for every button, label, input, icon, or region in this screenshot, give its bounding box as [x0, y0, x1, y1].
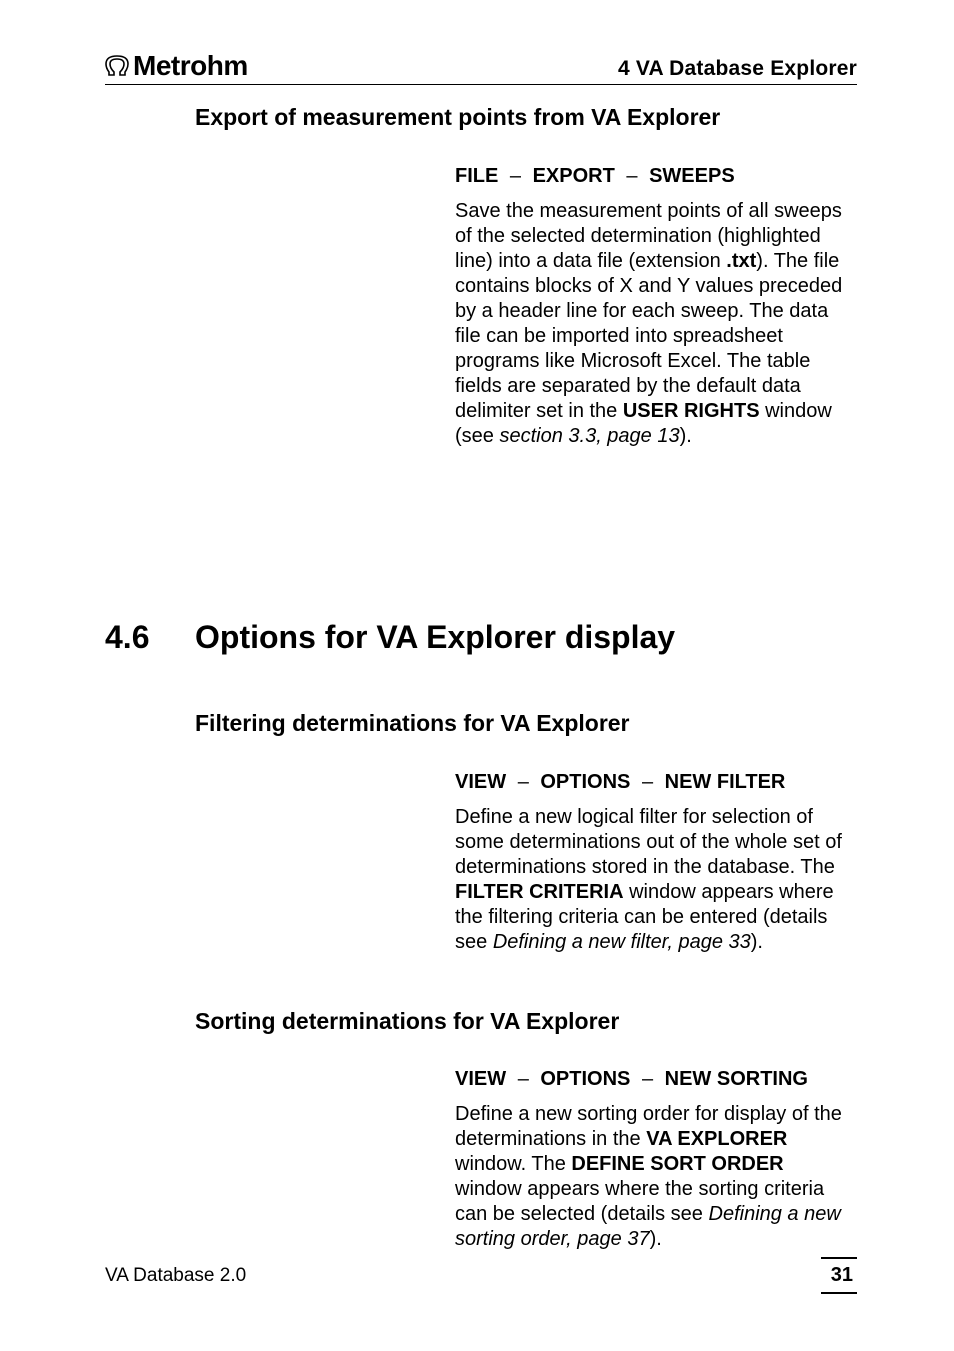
para-sort: Define a new sorting order for display o… [455, 1102, 853, 1252]
menu-c: NEW FILTER [665, 771, 786, 793]
subhead-sort: Sorting determinations for VA Explorer [195, 1007, 857, 1036]
file-ext: .txt [726, 250, 756, 272]
chapter-title: 4 VA Database Explorer [618, 56, 857, 82]
xref: section 3.3, page 13 [499, 425, 679, 447]
page-header: Metrohm 4 VA Database Explorer [105, 48, 857, 85]
body-sort: VIEW – OPTIONS – NEW SORTING Define a ne… [455, 1067, 853, 1252]
text: window. The [455, 1153, 571, 1175]
menu-c: SWEEPS [649, 165, 735, 187]
menu-sep-icon: – [626, 165, 637, 187]
menu-sep-icon: – [642, 1068, 653, 1090]
menu-path-filter: VIEW – OPTIONS – NEW FILTER [455, 770, 853, 795]
menu-sep-icon: – [518, 1068, 529, 1090]
menu-b: EXPORT [533, 165, 615, 187]
brand-text: Metrohm [133, 48, 248, 83]
menu-a: FILE [455, 165, 498, 187]
text: ). The file contains blocks of X and Y v… [455, 250, 842, 422]
page-body: Metrohm 4 VA Database Explorer Export of… [105, 48, 857, 1252]
window-name: USER RIGHTS [623, 400, 760, 422]
menu-path-export: FILE – EXPORT – SWEEPS [455, 164, 853, 189]
menu-b: OPTIONS [540, 771, 630, 793]
menu-a: VIEW [455, 1068, 506, 1090]
text: ). [751, 931, 763, 953]
section-sort: Sorting determinations for VA Explorer V… [105, 1007, 857, 1253]
para-filter: Define a new logical filter for selectio… [455, 805, 853, 955]
window-name: DEFINE SORT ORDER [571, 1153, 783, 1175]
menu-c: NEW SORTING [665, 1068, 808, 1090]
section-export: Export of measurement points from VA Exp… [105, 103, 857, 449]
brand-logo: Metrohm [105, 48, 248, 83]
section-title: Options for VA Explorer display [195, 617, 675, 657]
subhead-filter: Filtering determinations for VA Explorer [195, 709, 857, 738]
menu-b: OPTIONS [540, 1068, 630, 1090]
menu-sep-icon: – [518, 771, 529, 793]
window-name: VA EXPLORER [646, 1128, 787, 1150]
body-export: FILE – EXPORT – SWEEPS Save the measurem… [455, 164, 853, 449]
menu-sep-icon: – [642, 771, 653, 793]
menu-a: VIEW [455, 771, 506, 793]
subhead-export: Export of measurement points from VA Exp… [195, 103, 857, 132]
text: ). [680, 425, 692, 447]
section-heading-4-6: 4.6 Options for VA Explorer display [105, 617, 857, 657]
text: ). [650, 1228, 662, 1250]
menu-path-sort: VIEW – OPTIONS – NEW SORTING [455, 1067, 853, 1092]
section-filter: Filtering determinations for VA Explorer… [105, 709, 857, 955]
page-footer: VA Database 2.0 31 [105, 1257, 857, 1294]
menu-sep-icon: – [510, 165, 521, 187]
product-name: VA Database 2.0 [105, 1264, 246, 1288]
xref: Defining a new filter, page 33 [493, 931, 751, 953]
page-number: 31 [821, 1257, 857, 1294]
body-filter: VIEW – OPTIONS – NEW FILTER Define a new… [455, 770, 853, 955]
window-name: FILTER CRITERIA [455, 881, 624, 903]
text: Define a new logical filter for selectio… [455, 806, 842, 878]
omega-icon [105, 55, 129, 77]
para-export: Save the measurement points of all sweep… [455, 199, 853, 449]
section-number: 4.6 [105, 617, 195, 657]
